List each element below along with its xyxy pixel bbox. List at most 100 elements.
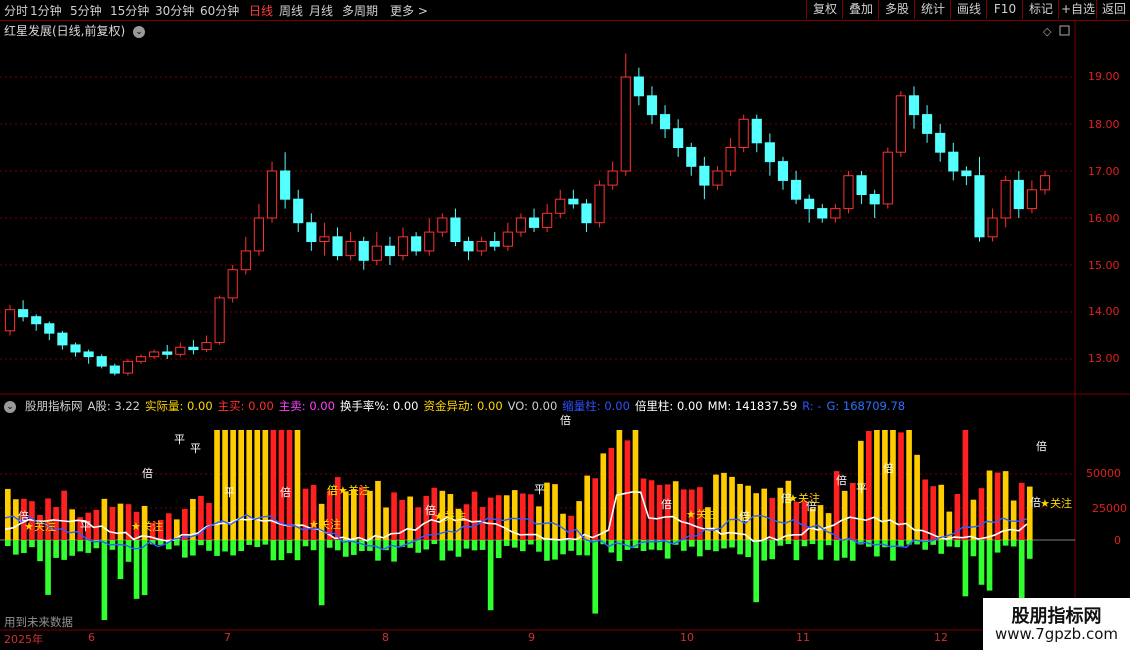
volume-bar-up (125, 504, 132, 540)
volume-bar-down (544, 540, 550, 561)
period-5[interactable]: 60分钟 (200, 2, 239, 19)
candle-body (869, 194, 880, 205)
volume-bar-down (61, 540, 67, 560)
candle-body (686, 147, 697, 167)
period-4[interactable]: 30分钟 (155, 2, 194, 19)
legend-item: 主卖: 0.00 (278, 399, 335, 413)
candle-body (712, 170, 723, 186)
toolbar-btn-2[interactable]: 多股 (878, 0, 915, 19)
chevron-down-icon[interactable]: ⌄ (133, 25, 146, 38)
volume-bar-up (262, 430, 269, 540)
kline-chart[interactable]: ◇倍平倍平平平倍倍倍平倍倍倍倍倍倍平倍倍倍★ 关注 ★ 关注 ★ 关注★ 关注★ 关注 ★ 关注★… (0, 0, 1130, 650)
volume-bar-down (109, 540, 116, 550)
legend-item: MM: 141837.59 (707, 399, 798, 413)
indicator-chevron-icon[interactable]: ⌄ (4, 400, 16, 413)
volume-bar-down (890, 540, 896, 561)
period-1[interactable]: 1分钟 (30, 2, 62, 19)
candle-body (83, 351, 94, 358)
toolbar-btn-0[interactable]: 复权 (806, 0, 843, 19)
toolbar-btn-6[interactable]: 标记 (1022, 0, 1059, 19)
candle-body (96, 356, 107, 367)
volume-bar-down (520, 540, 526, 552)
candle-body (804, 198, 815, 210)
candle-body (895, 95, 906, 153)
volume-bar-up (640, 478, 647, 540)
candle-body (502, 231, 513, 247)
candle-body (135, 356, 147, 362)
period-0[interactable]: 分时 (4, 2, 28, 19)
volume-bar-down (616, 540, 623, 562)
volume-bar-down (238, 540, 244, 552)
volume-bar-down (367, 540, 373, 551)
toolbar-btn-4[interactable]: 画线 (950, 0, 987, 19)
volume-bar-down (286, 540, 293, 554)
candle-body (476, 241, 487, 252)
volume-bar-up (688, 489, 695, 540)
stock-title[interactable]: 红星发展(日线,前复权) ⌄ (4, 22, 146, 39)
volume-bar-down (1010, 540, 1017, 547)
volume-bar-up (970, 499, 977, 540)
toolbar-btn-3[interactable]: 统计 (914, 0, 951, 19)
toolbar-btn-1[interactable]: 叠加 (842, 0, 879, 19)
period-2[interactable]: 5分钟 (70, 2, 102, 19)
candle-body (397, 236, 409, 257)
volume-bar-up (568, 515, 574, 540)
candle-body (384, 245, 396, 257)
volume-bar-up (1026, 486, 1033, 540)
volume-bar-down (930, 540, 937, 545)
volume-bar-up (342, 491, 349, 540)
volume-bar-up (29, 501, 35, 540)
period-9[interactable]: 多周期 (342, 2, 378, 19)
guanzhu-label: 关注 (444, 509, 466, 523)
volume-tick: 0 (1114, 534, 1121, 547)
marker-label: 倍 (836, 473, 847, 487)
volume-tick: 50000 (1086, 467, 1121, 480)
period-3[interactable]: 15分钟 (110, 2, 149, 19)
volume-bar-down (688, 540, 695, 547)
volume-bar-up (182, 509, 188, 540)
volume-bar-up (729, 476, 735, 540)
volume-bar-down (351, 540, 357, 555)
period-6[interactable]: 日线 (249, 2, 273, 19)
candle-body (908, 95, 920, 116)
period-10[interactable]: 更多 > (390, 2, 428, 19)
candle-body (843, 175, 854, 210)
toolbar-btn-7[interactable]: +自选 (1058, 0, 1097, 19)
candle-body (515, 217, 527, 233)
candle-body (581, 203, 592, 224)
guanzhu-label: 关注 (34, 519, 56, 533)
volume-bar-up (165, 513, 172, 540)
volume-bar-up (680, 489, 687, 540)
candle-body (568, 198, 579, 205)
volume-bar-down (77, 540, 84, 552)
period-8[interactable]: 月线 (309, 2, 333, 19)
candle-body (266, 170, 278, 219)
volume-bar-up (576, 501, 582, 540)
volume-bar-up (721, 472, 727, 540)
volume-bar-down (632, 540, 639, 549)
volume-bar-down (278, 540, 285, 561)
volume-bar-up (190, 498, 196, 540)
candle-body (280, 170, 291, 200)
volume-bar-down (487, 540, 494, 611)
legend-item: 股朋指标网 (25, 399, 83, 413)
volume-bar-up (552, 484, 558, 540)
volume-bar-down (560, 540, 566, 555)
volume-bar-down (182, 540, 188, 558)
volume-bar-down (882, 540, 888, 548)
toolbar-btn-5[interactable]: F10 (986, 0, 1023, 19)
volume-bar-up (310, 484, 317, 540)
volume-bar-up (922, 479, 928, 540)
candle-body (424, 231, 435, 252)
volume-bar-up (560, 513, 566, 540)
volume-bar-up (536, 506, 542, 540)
volume-bar-up (648, 480, 655, 540)
volume-bar-down (849, 540, 856, 561)
x-tick: 2025年 (4, 633, 43, 646)
period-7[interactable]: 周线 (279, 2, 303, 19)
volume-bar-down (833, 540, 840, 561)
volume-bar-down (13, 540, 19, 555)
volume-bar-up (391, 492, 397, 540)
toolbar-btn-8[interactable]: 返回 (1096, 0, 1130, 19)
volume-bar-up (198, 495, 204, 540)
